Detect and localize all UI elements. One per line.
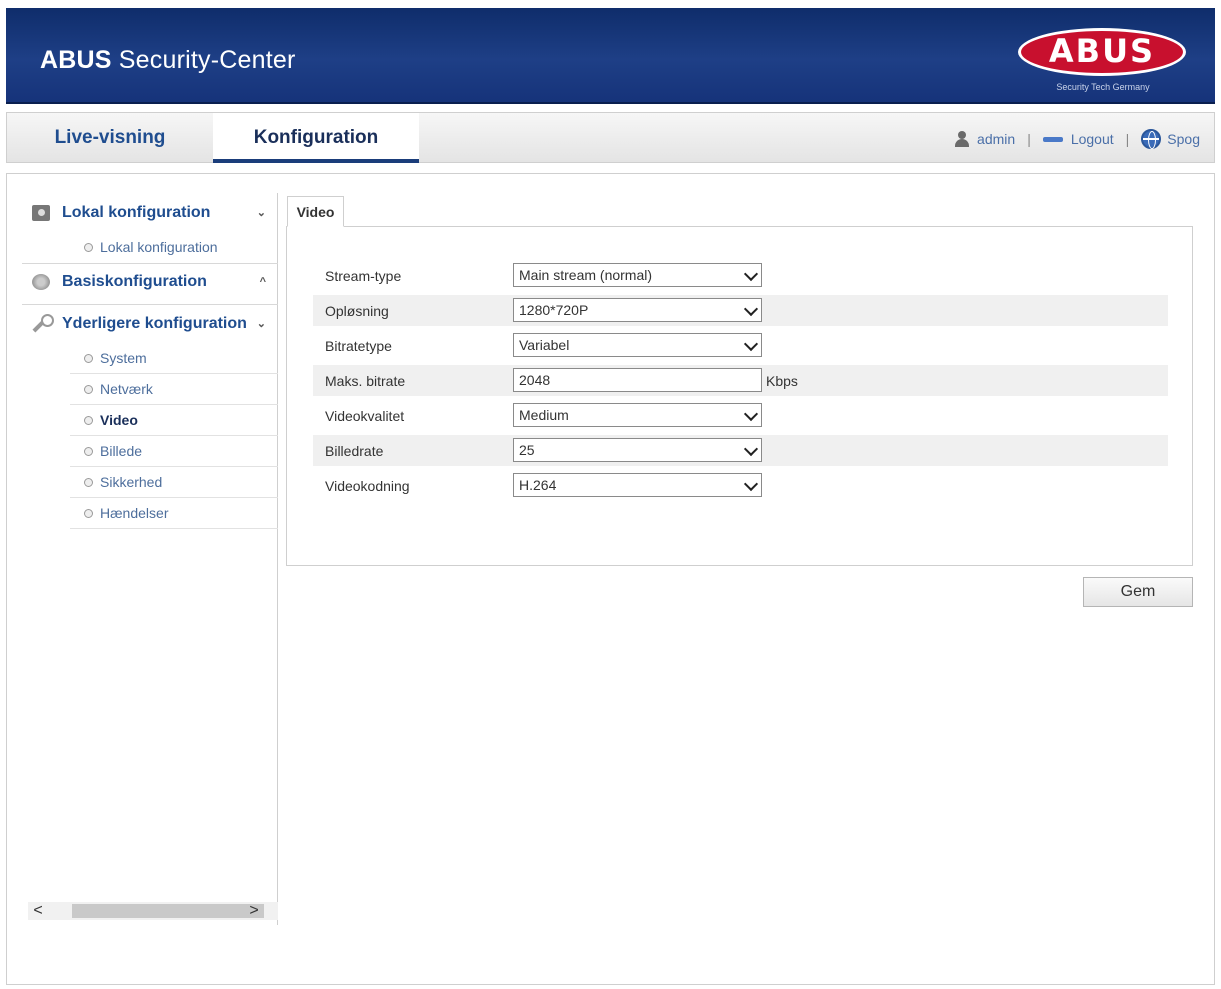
disk-icon bbox=[32, 274, 50, 290]
select-value: Variabel bbox=[519, 337, 570, 353]
user-area: admin | Logout | Spog bbox=[953, 129, 1200, 149]
field-label: Stream-type bbox=[325, 268, 402, 284]
scroll-thumb[interactable] bbox=[72, 904, 264, 918]
logout-link[interactable]: Logout bbox=[1071, 131, 1114, 147]
sidebar-item-system[interactable]: System bbox=[70, 343, 278, 374]
sidebar-item-network[interactable]: Netværk bbox=[70, 374, 278, 405]
sidebar-item-label: System bbox=[100, 350, 147, 366]
abus-logo: ABUS Security Tech Germany bbox=[1018, 28, 1186, 100]
bullet-icon bbox=[84, 243, 93, 252]
sidebar-item-image[interactable]: Billede bbox=[70, 436, 278, 467]
logo-text: ABUS bbox=[1048, 32, 1156, 70]
field-label: Maks. bitrate bbox=[325, 373, 406, 389]
field-label: Videokvalitet bbox=[325, 408, 405, 424]
sidebar-section-local-config[interactable]: Lokal konfiguration ⌄ bbox=[22, 195, 278, 231]
separator: | bbox=[1125, 131, 1130, 147]
chevron-down-icon[interactable]: ⌄ bbox=[257, 306, 266, 342]
sidebar-item-label: Sikkerhed bbox=[100, 474, 163, 490]
logo-subtitle: Security Tech Germany bbox=[1056, 82, 1150, 92]
sidebar-section-basic-config[interactable]: Basiskonfiguration ^ bbox=[22, 264, 278, 300]
select-value: Medium bbox=[519, 407, 569, 423]
username-link[interactable]: admin bbox=[977, 131, 1015, 147]
tab-configuration[interactable]: Konfiguration bbox=[213, 113, 419, 163]
globe-icon[interactable] bbox=[1141, 129, 1162, 149]
sidebar-item-label: Netværk bbox=[100, 381, 153, 397]
app-title: ABUS Security-Center bbox=[40, 46, 295, 75]
bullet-icon bbox=[84, 447, 93, 456]
form-row-resolution: Opløsning 1280*720P bbox=[313, 295, 1168, 326]
tab-video[interactable]: Video bbox=[287, 196, 344, 227]
scroll-left-arrow[interactable]: < bbox=[28, 902, 48, 920]
field-label: Opløsning bbox=[325, 303, 389, 319]
chevron-down-icon bbox=[743, 441, 759, 457]
save-button[interactable]: Gem bbox=[1083, 577, 1193, 607]
form-row-stream-type: Stream-type Main stream (normal) bbox=[313, 260, 1168, 291]
sidebar-scrollbar[interactable]: < > bbox=[28, 902, 278, 920]
field-label: Bitratetype bbox=[325, 338, 392, 354]
camera-icon bbox=[32, 205, 50, 221]
select-value: Main stream (normal) bbox=[519, 267, 653, 283]
sidebar-item-video[interactable]: Video bbox=[70, 405, 278, 436]
select-value: H.264 bbox=[519, 477, 557, 493]
bullet-icon bbox=[84, 478, 93, 487]
bitrate-unit: Kbps bbox=[766, 373, 798, 389]
max-bitrate-input[interactable]: 2048 bbox=[513, 368, 762, 392]
sidebar-section-label: Yderligere konfiguration bbox=[62, 315, 247, 332]
field-label: Billedrate bbox=[325, 443, 384, 459]
header-banner: ABUS Security-Center ABUS Security Tech … bbox=[6, 8, 1215, 104]
video-encoding-select[interactable]: H.264 bbox=[513, 473, 762, 497]
app-title-brand: ABUS bbox=[40, 46, 112, 74]
bullet-icon bbox=[84, 354, 93, 363]
field-label: Videokodning bbox=[325, 478, 410, 494]
form-row-video-quality: Videokvalitet Medium bbox=[313, 400, 1168, 431]
sidebar-item-label: Hændelser bbox=[100, 505, 169, 521]
tab-live-view[interactable]: Live-visning bbox=[7, 113, 213, 163]
sidebar-item-security[interactable]: Sikkerhed bbox=[70, 467, 278, 498]
bullet-icon bbox=[84, 509, 93, 518]
form-row-video-encoding: Videokodning H.264 bbox=[313, 470, 1168, 501]
frame-rate-select[interactable]: 25 bbox=[513, 438, 762, 462]
scroll-right-arrow[interactable]: > bbox=[244, 902, 264, 920]
logout-icon[interactable] bbox=[1042, 134, 1065, 144]
form-row-bitrate-type: Bitratetype Variabel bbox=[313, 330, 1168, 361]
bullet-icon bbox=[84, 416, 93, 425]
sidebar-item-label: Billede bbox=[100, 443, 143, 459]
chevron-down-icon bbox=[743, 476, 759, 492]
resolution-select[interactable]: 1280*720P bbox=[513, 298, 762, 322]
chevron-down-icon bbox=[743, 301, 759, 317]
separator: | bbox=[1027, 131, 1031, 147]
bitrate-type-select[interactable]: Variabel bbox=[513, 333, 762, 357]
wrench-icon bbox=[32, 314, 54, 332]
chevron-up-icon[interactable]: ^ bbox=[260, 264, 266, 300]
language-link[interactable]: Spog bbox=[1167, 131, 1200, 147]
sidebar: Lokal konfiguration ⌄ Lokal konfiguratio… bbox=[22, 193, 278, 925]
user-icon bbox=[953, 131, 971, 147]
sidebar-item-label: Video bbox=[100, 412, 138, 428]
app-title-rest: Security-Center bbox=[118, 46, 296, 74]
top-nav-bar: Live-visning Konfiguration admin | Logou… bbox=[6, 112, 1215, 163]
stream-type-select[interactable]: Main stream (normal) bbox=[513, 263, 762, 287]
sidebar-section-advanced-config[interactable]: Yderligere konfiguration ⌄ bbox=[22, 306, 278, 342]
chevron-down-icon bbox=[743, 266, 759, 282]
chevron-down-icon bbox=[743, 406, 759, 422]
select-value: 1280*720P bbox=[519, 302, 589, 318]
chevron-down-icon bbox=[743, 336, 759, 352]
sidebar-item-local-config[interactable]: Lokal konfiguration bbox=[70, 232, 278, 263]
video-quality-select[interactable]: Medium bbox=[513, 403, 762, 427]
sidebar-section-label: Lokal konfiguration bbox=[62, 204, 211, 221]
form-row-max-bitrate: Maks. bitrate 2048 Kbps bbox=[313, 365, 1168, 396]
chevron-down-icon[interactable]: ⌄ bbox=[257, 195, 266, 231]
sidebar-item-events[interactable]: Hændelser bbox=[70, 498, 278, 529]
video-settings-panel: Stream-type Main stream (normal) Opløsni… bbox=[286, 226, 1193, 566]
sidebar-item-label: Lokal konfiguration bbox=[100, 239, 218, 255]
bullet-icon bbox=[84, 385, 93, 394]
sidebar-section-label: Basiskonfiguration bbox=[62, 273, 207, 290]
form-row-frame-rate: Billedrate 25 bbox=[313, 435, 1168, 466]
divider bbox=[22, 304, 278, 305]
select-value: 25 bbox=[519, 442, 535, 458]
